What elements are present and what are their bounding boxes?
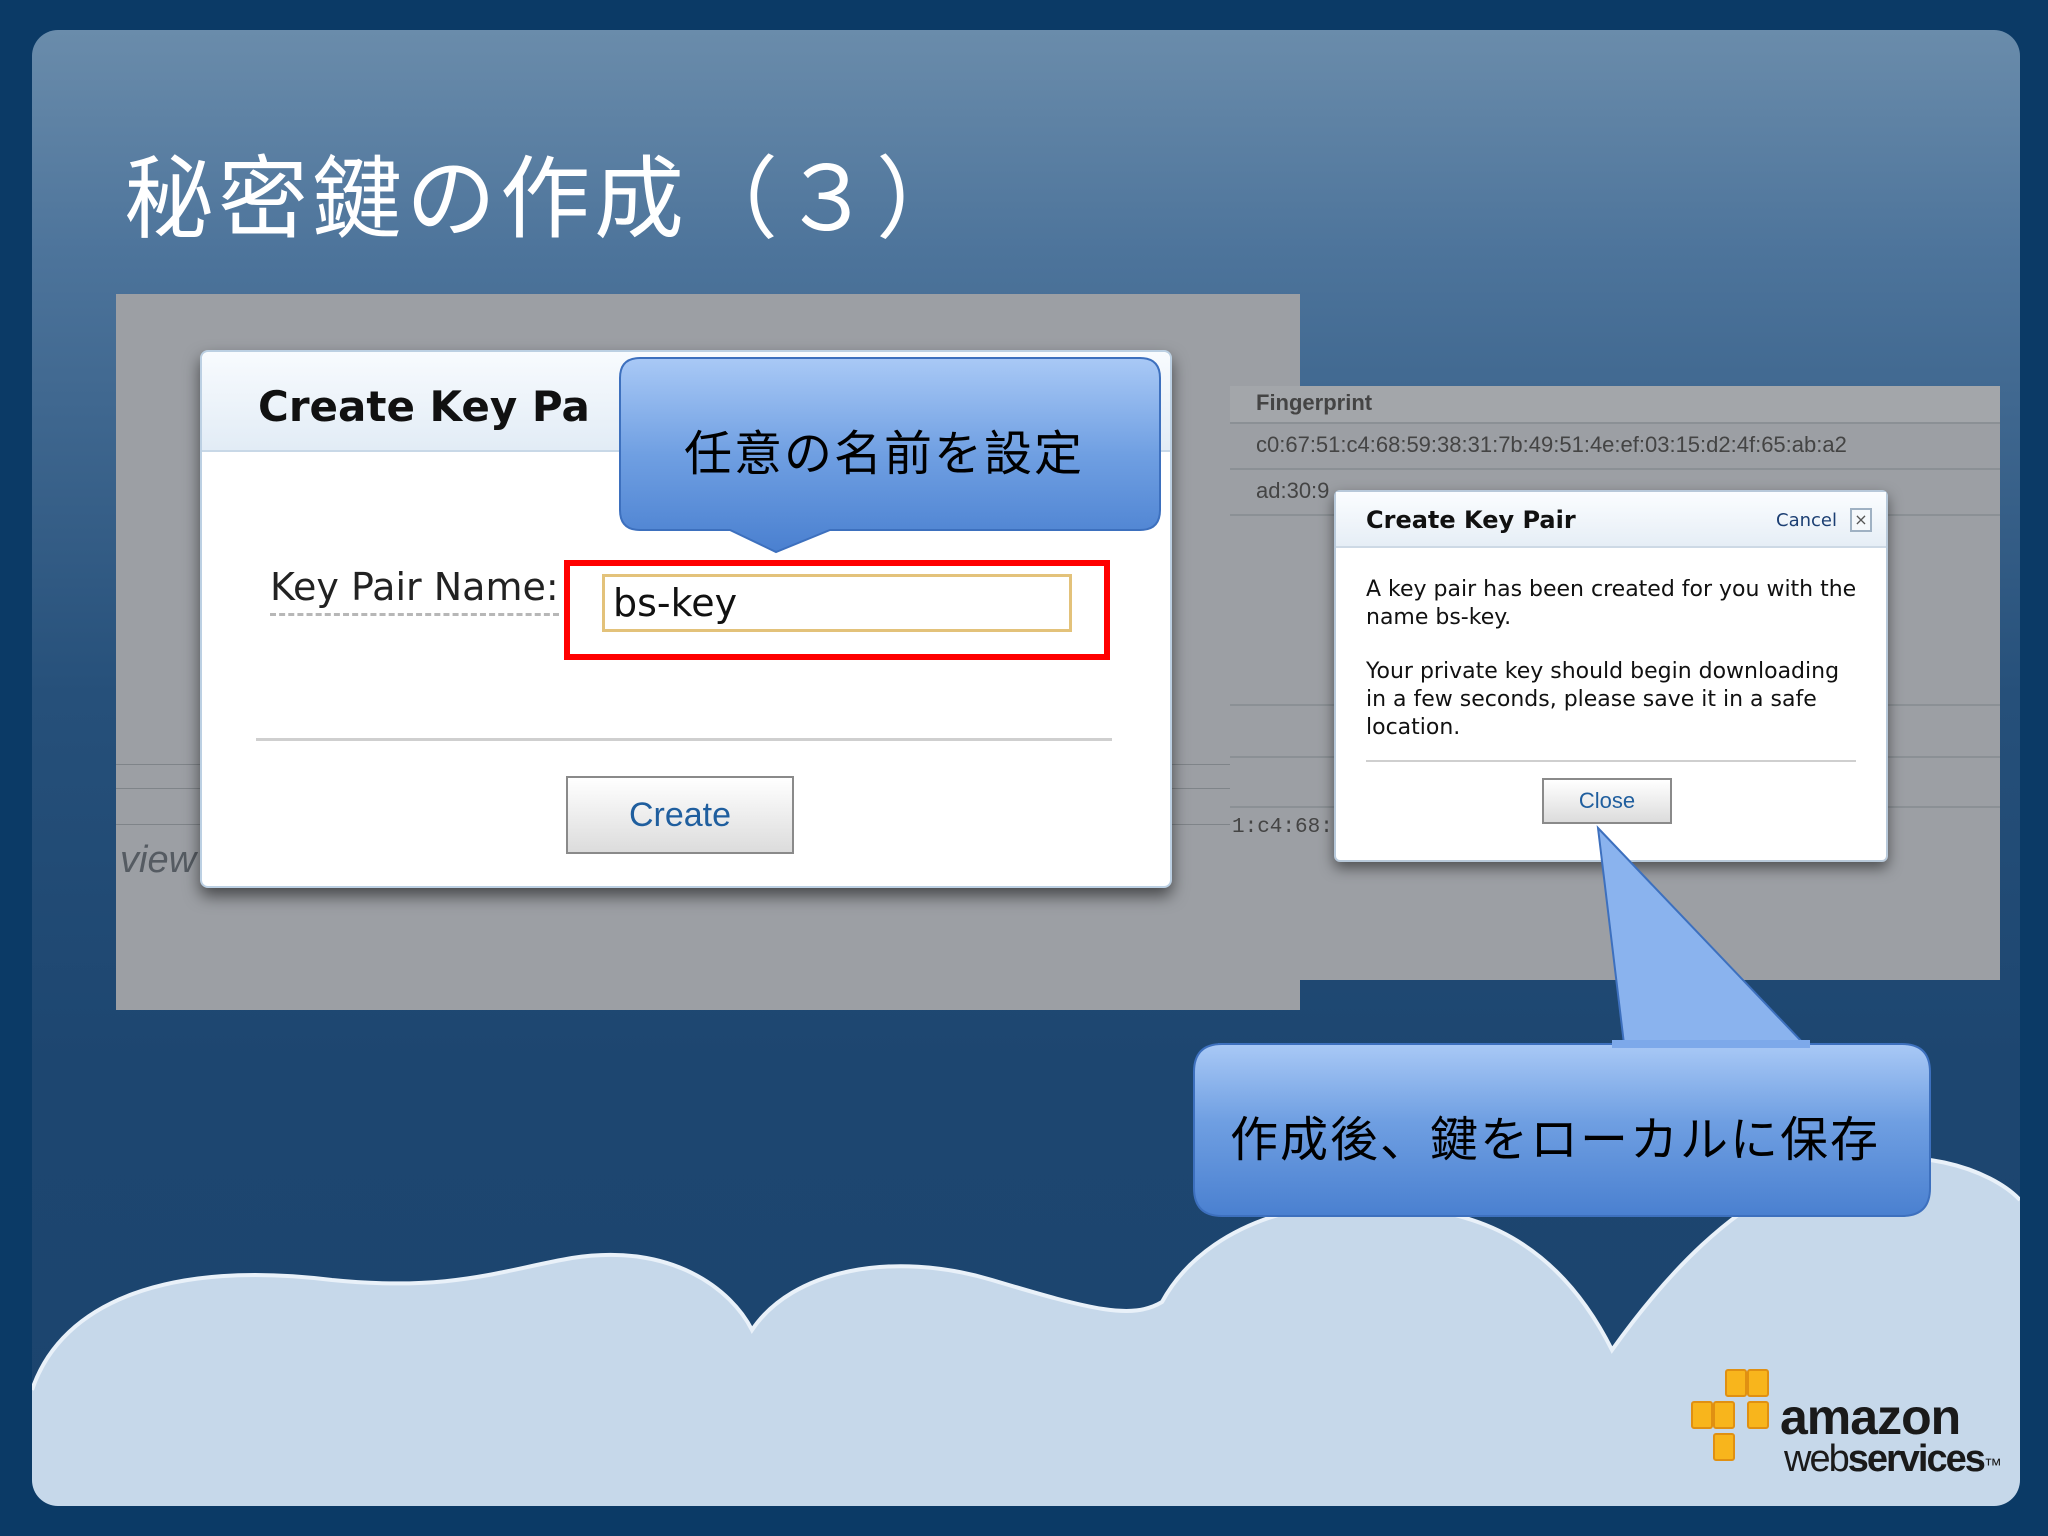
logo-webservices-text: webservices™ bbox=[1784, 1438, 2002, 1481]
logo-web-text: web bbox=[1784, 1438, 1850, 1480]
bottom-callout-pointer bbox=[1596, 825, 1807, 1045]
pointer-join bbox=[1612, 1040, 1810, 1048]
top-callout-text: 任意の名前を設定 bbox=[684, 426, 1085, 482]
bottom-callout-text: 作成後、鍵をローカルに保存 bbox=[1230, 1112, 1881, 1168]
aws-cubes-logo-icon bbox=[1691, 1369, 1769, 1461]
logo-tm-text: ™ bbox=[1983, 1455, 2002, 1475]
logo-services-text: services bbox=[1847, 1438, 1986, 1480]
callout-layer bbox=[619, 357, 1931, 1217]
